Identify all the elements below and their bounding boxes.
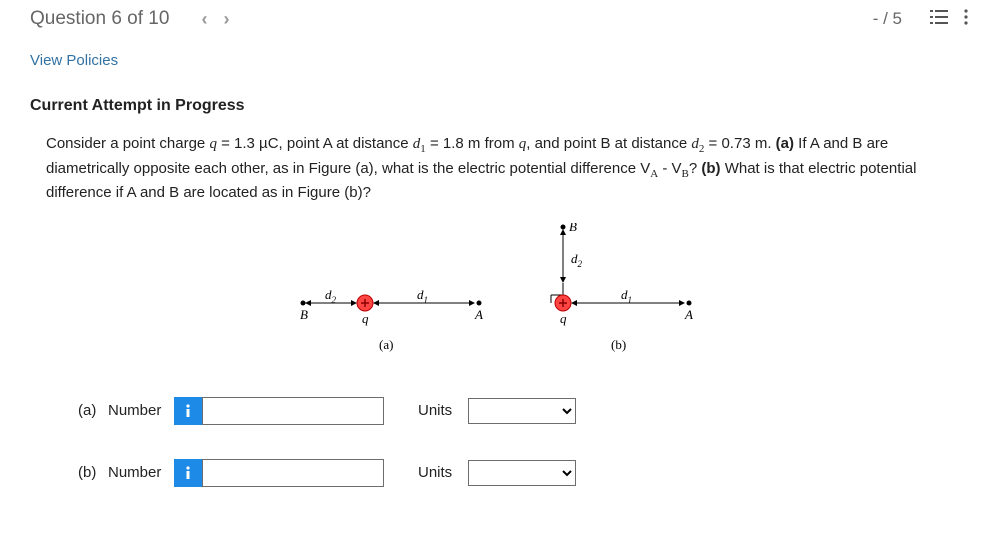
svg-text:q: q bbox=[362, 311, 369, 326]
number-input-a[interactable] bbox=[202, 397, 384, 425]
figure-area: B d2 q d1 A (a) bbox=[0, 223, 1006, 363]
units-select-b[interactable] bbox=[468, 460, 576, 486]
svg-text:d2: d2 bbox=[325, 287, 337, 305]
info-icon bbox=[183, 404, 193, 418]
number-label-b: Number bbox=[108, 464, 174, 481]
view-policies-link[interactable]: View Policies bbox=[30, 52, 976, 69]
answer-row-a: (a) Number Units bbox=[78, 397, 1006, 425]
info-icon bbox=[183, 466, 193, 480]
part-b-label: (b) bbox=[78, 464, 108, 481]
units-label-a: Units bbox=[418, 402, 468, 419]
figures-svg: B d2 q d1 A (a) bbox=[283, 223, 723, 363]
svg-text:(b): (b) bbox=[611, 337, 626, 352]
problem-text: Consider a point charge q = 1.3 µC, poin… bbox=[46, 133, 960, 205]
svg-text:A: A bbox=[684, 307, 693, 322]
svg-text:d1: d1 bbox=[621, 287, 632, 305]
svg-text:(a): (a) bbox=[379, 337, 393, 352]
answer-row-b: (b) Number Units bbox=[78, 459, 1006, 487]
question-title: Question 6 of 10 bbox=[30, 8, 169, 30]
next-question-button[interactable]: › bbox=[215, 9, 237, 30]
answers-area: (a) Number Units (b) Number Units bbox=[78, 397, 1006, 487]
svg-text:d2: d2 bbox=[571, 251, 583, 269]
number-input-b[interactable] bbox=[202, 459, 384, 487]
svg-text:B: B bbox=[300, 307, 308, 322]
units-label-b: Units bbox=[418, 464, 468, 481]
svg-text:d1: d1 bbox=[417, 287, 428, 305]
question-header: Question 6 of 10 ‹ › - / 5 bbox=[0, 0, 1006, 34]
svg-text:A: A bbox=[474, 307, 483, 322]
part-a-label: (a) bbox=[78, 402, 108, 419]
prev-question-button[interactable]: ‹ bbox=[193, 9, 215, 30]
attempt-status: Current Attempt in Progress bbox=[30, 97, 976, 115]
number-label-a: Number bbox=[108, 402, 174, 419]
svg-text:B: B bbox=[569, 223, 577, 234]
units-select-a[interactable] bbox=[468, 398, 576, 424]
info-button-a[interactable] bbox=[174, 397, 202, 425]
score-display: - / 5 bbox=[873, 9, 902, 29]
question-list-icon[interactable] bbox=[922, 9, 956, 30]
svg-text:q: q bbox=[560, 311, 567, 326]
more-options-icon[interactable] bbox=[956, 9, 976, 30]
info-button-b[interactable] bbox=[174, 459, 202, 487]
